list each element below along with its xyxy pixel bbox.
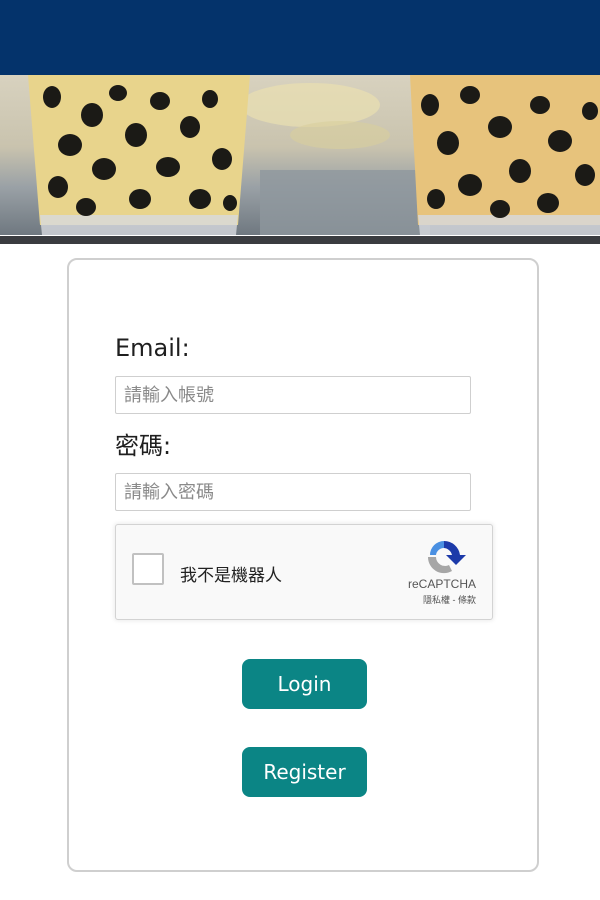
bubble-tea-illustration [28,75,600,235]
email-input[interactable] [115,376,471,414]
email-label: Email: [115,334,190,362]
recaptcha-checkbox[interactable] [132,553,164,585]
recaptcha-brand: reCAPTCHA [407,577,476,591]
top-navbar [0,0,600,75]
password-label: 密碼: [115,432,172,460]
recaptcha-widget: 我不是機器人 reCAPTCHA 隱私權 - 條款 [115,524,493,620]
login-button[interactable]: Login [242,659,367,709]
banner-divider [0,236,600,244]
recaptcha-logo-icon [427,540,466,574]
password-input[interactable] [115,473,471,511]
recaptcha-privacy-terms-link[interactable]: 隱私權 - 條款 [423,593,476,606]
register-button[interactable]: Register [242,747,367,797]
banner-image [0,75,600,235]
recaptcha-checkbox-label: 我不是機器人 [180,566,282,586]
